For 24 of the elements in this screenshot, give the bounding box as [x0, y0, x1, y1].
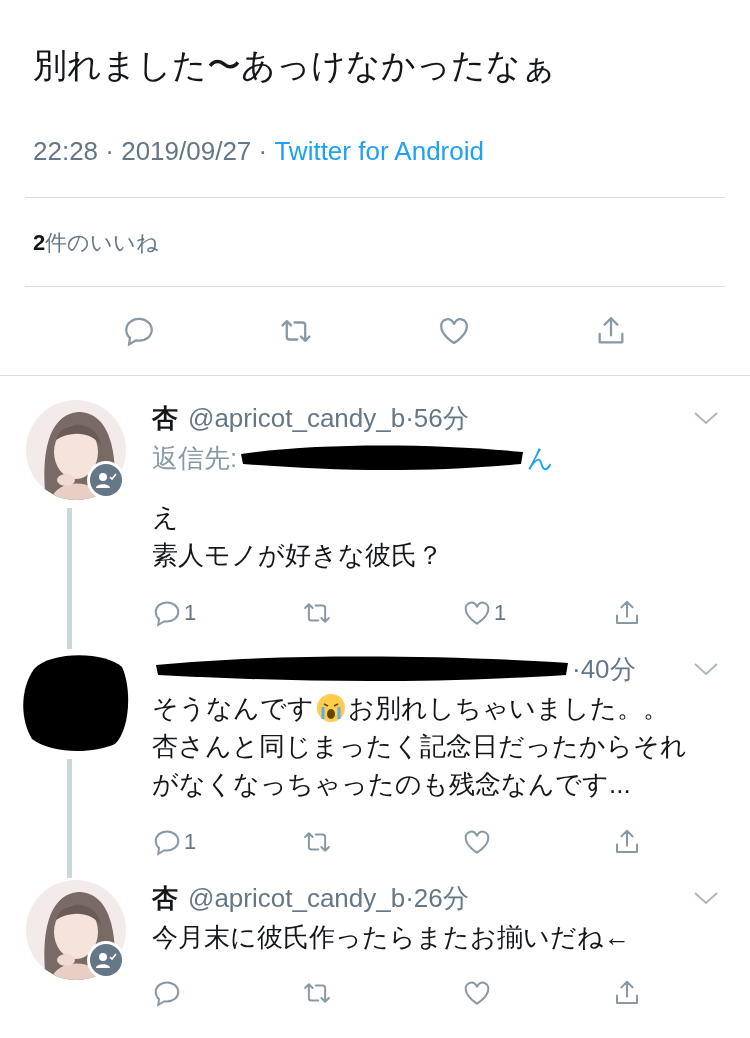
tweet-text: 別れました〜あっけなかったなぁ	[33, 45, 557, 86]
reply-count: 1	[184, 599, 197, 627]
reply-count: 1	[184, 828, 197, 856]
tweet-text: 今月末に彼氏作ったらまたお揃いだね←	[152, 921, 630, 954]
tweet-time: ·40分	[572, 652, 636, 686]
like-count: 1	[494, 599, 507, 627]
tweet-time: ·56分	[405, 401, 469, 435]
crying-face-icon	[316, 693, 346, 723]
user-name: 杏	[152, 881, 178, 915]
reply-icon[interactable]	[152, 978, 182, 1008]
reply-to-label: 返信先:	[152, 441, 238, 475]
tweet-time: ·26分	[405, 881, 469, 915]
tweet-text: そうなんです	[152, 692, 314, 725]
likes-summary[interactable]: 2件のいいね	[33, 225, 160, 259]
user-name: 杏	[152, 401, 178, 435]
tweet-text: お別れしちゃいました。。	[348, 692, 669, 725]
user-handle: @apricot_candy_b	[188, 401, 406, 435]
tweet-text: がなくなっちゃったのも残念なんです...	[152, 768, 631, 801]
reply-to-fragment: ん	[527, 441, 555, 475]
tweet-text: 素人モノが好きな彼氏？	[152, 539, 443, 572]
user-handle: @apricot_candy_b	[188, 881, 406, 915]
tweet-text: 杏さんと同じまったく記念日だったからそれ	[152, 730, 687, 763]
tweet-text: え	[152, 501, 179, 534]
tweet-timestamp: 22:28 · 2019/09/27 ·	[33, 135, 269, 168]
